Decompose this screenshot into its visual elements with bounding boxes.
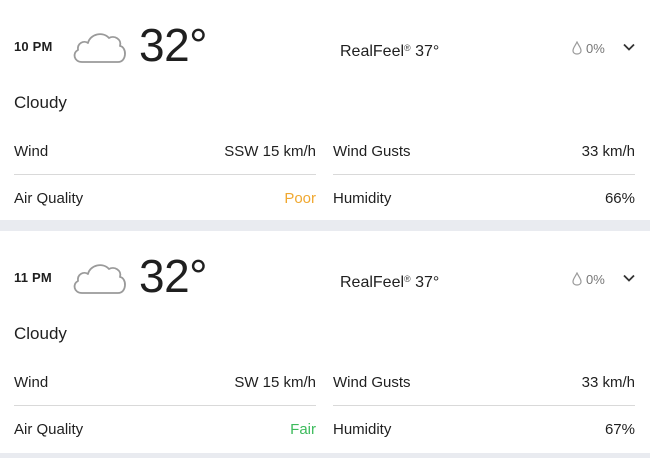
chevron-down-icon[interactable]	[622, 271, 636, 285]
air-quality-label: Air Quality	[14, 190, 84, 207]
humidity-value: 67%	[604, 421, 635, 438]
hourly-forecast-card[interactable]: 10 PM 32° RealFeel® 37° 0% Cloudy Wind S…	[0, 0, 650, 220]
air-quality-row: Air Quality Poor	[14, 189, 316, 209]
wind-row: Wind SSW 15 km/h	[14, 142, 316, 162]
air-quality-row: Air Quality Fair	[14, 420, 316, 440]
forecast-time: 10 PM	[14, 39, 53, 54]
raindrop-icon	[572, 41, 582, 55]
wind-gusts-label: Wind Gusts	[333, 374, 411, 391]
wind-gusts-value: 33 km/h	[581, 374, 635, 391]
divider	[14, 174, 316, 175]
realfeel-value: 37°	[415, 274, 440, 291]
condition: Cloudy	[14, 93, 67, 112]
wind-label: Wind	[14, 374, 49, 391]
divider	[333, 405, 635, 406]
wind-gusts-label: Wind Gusts	[333, 143, 411, 160]
temperature: 32°	[139, 250, 208, 302]
wind-gusts-row: Wind Gusts 33 km/h	[333, 142, 635, 162]
wind-gusts-value: 33 km/h	[581, 143, 635, 160]
wind-label: Wind	[14, 143, 49, 160]
humidity-label: Humidity	[333, 421, 392, 438]
divider	[14, 405, 316, 406]
wind-gusts-row: Wind Gusts 33 km/h	[333, 373, 635, 393]
precipitation: 0%	[572, 269, 605, 289]
humidity-value: 66%	[604, 190, 635, 207]
precipitation: 0%	[572, 38, 605, 58]
temperature: 32°	[139, 19, 208, 71]
chevron-down-icon[interactable]	[622, 40, 636, 54]
realfeel-trademark: ®	[404, 43, 411, 53]
cloud-icon	[73, 264, 126, 294]
condition: Cloudy	[14, 324, 67, 343]
realfeel-label: RealFeel	[340, 43, 405, 60]
air-quality-value: Fair	[290, 421, 316, 438]
cloud-icon	[73, 33, 126, 63]
forecast-time: 11 PM	[14, 270, 52, 285]
humidity-row: Humidity 67%	[333, 420, 635, 440]
humidity-row: Humidity 66%	[333, 189, 635, 209]
air-quality-label: Air Quality	[14, 421, 84, 438]
realfeel-trademark: ®	[404, 274, 411, 284]
precipitation-value: 0%	[586, 40, 605, 56]
precipitation-value: 0%	[586, 271, 605, 287]
humidity-label: Humidity	[333, 190, 392, 207]
air-quality-value: Poor	[284, 190, 316, 207]
wind-row: Wind SW 15 km/h	[14, 373, 316, 393]
realfeel: RealFeel® 37°	[340, 269, 439, 293]
realfeel-label: RealFeel	[340, 274, 405, 291]
raindrop-icon	[572, 272, 582, 286]
wind-value: SW 15 km/h	[234, 374, 316, 391]
hourly-forecast-card[interactable]: 11 PM 32° RealFeel® 37° 0% Cloudy Wind S…	[0, 231, 650, 453]
divider	[333, 174, 635, 175]
realfeel-value: 37°	[415, 43, 440, 60]
wind-value: SSW 15 km/h	[224, 143, 316, 160]
realfeel: RealFeel® 37°	[340, 38, 439, 62]
